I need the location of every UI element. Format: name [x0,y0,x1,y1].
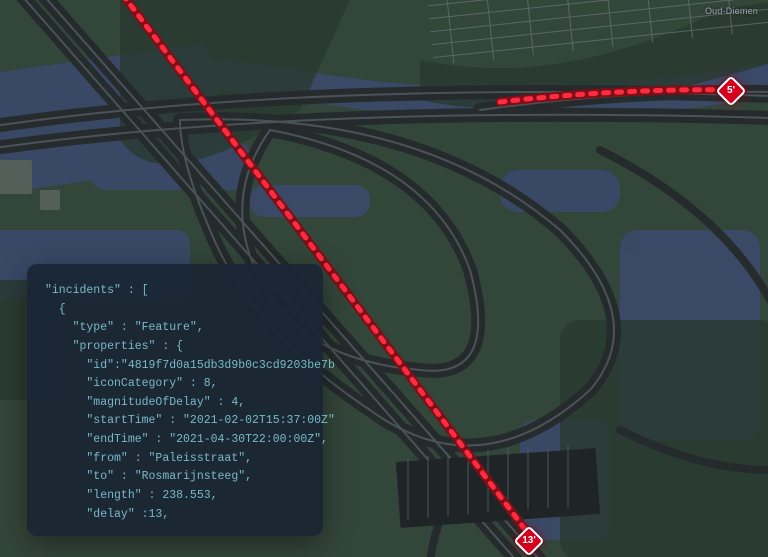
code-block: "incidents" : [ { "type" : "Feature", "p… [45,282,305,524]
code-line: "iconCategory" : 8, [45,377,218,390]
code-overlay-panel: "incidents" : [ { "type" : "Feature", "p… [27,264,323,536]
code-line: "length" : 238.553, [45,489,218,502]
place-label-oud-diemen: Oud-Diemen [705,6,758,16]
incident-pin-label: 13' [520,532,538,550]
code-line: { [45,303,66,316]
code-line: "properties" : { [45,340,183,353]
code-line: "from" : "Paleisstraat", [45,452,252,465]
code-line: "id":"4819f7d0a15db3d9b0c3cd9203be7b [45,359,335,372]
code-line: "incidents" : [ [45,284,149,297]
code-line: "delay" :13, [45,508,169,521]
code-line: "to" : "Rosmarijnsteeg", [45,470,252,483]
incident-pin-label: 5' [722,82,740,100]
code-line: "type" : "Feature", [45,321,204,334]
map-viewport[interactable]: Oud-Diemen 5' 13' "incidents" : [ { "typ… [0,0,768,557]
code-line: "startTime" : "2021-02-02T15:37:00Z" [45,414,335,427]
code-line: "magnitudeOfDelay" : 4, [45,396,245,409]
code-line: "endTime" : "2021-04-30T22:00:00Z", [45,433,328,446]
